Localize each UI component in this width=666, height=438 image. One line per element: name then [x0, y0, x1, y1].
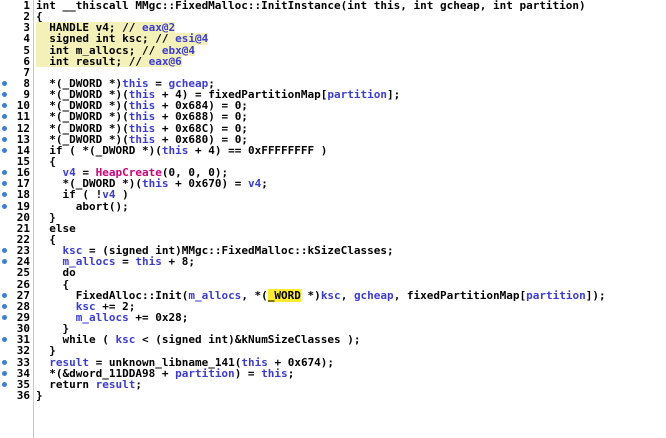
variable-token: this — [261, 366, 288, 380]
code-line[interactable]: 1 int __thiscall MMgc::FixedMalloc::InitI… — [0, 0, 666, 11]
code-text: *) — [300, 288, 321, 302]
code-line[interactable]: 29 m_allocs += 0x28; — [0, 312, 666, 323]
variable-token: partition — [526, 288, 586, 302]
line-content[interactable]: if ( !v4 ) — [36, 189, 666, 200]
code-text: < (signed int)&kNumSizeClasses ); — [135, 333, 361, 347]
variable-token: eax@6 — [148, 54, 182, 68]
breakpoint-dot-icon[interactable] — [2, 359, 7, 365]
breakpoint-dot-icon[interactable] — [2, 147, 7, 153]
code-text: = — [115, 255, 136, 269]
code-line[interactable]: 25 do — [0, 267, 666, 278]
variable-token: partition — [175, 366, 235, 380]
variable-token: this — [135, 255, 162, 269]
variable-token: v4 — [247, 177, 262, 191]
line-content[interactable]: int result; // eax@6 — [36, 56, 182, 67]
variable-token: result — [95, 377, 136, 391]
code-line[interactable]: 21 else — [0, 223, 666, 234]
code-area[interactable]: 1 int __thiscall MMgc::FixedMalloc::InitI… — [0, 0, 666, 401]
variable-token: ksc — [115, 333, 136, 347]
line-number: 26 — [16, 277, 30, 291]
pseudocode-view[interactable]: 1 int __thiscall MMgc::FixedMalloc::InitI… — [0, 0, 666, 438]
line-number: 4 — [23, 32, 30, 46]
code-text: } — [36, 388, 43, 402]
code-text: ; — [135, 377, 142, 391]
line-content[interactable]: m_allocs = this + 8; — [36, 256, 666, 267]
identifier-token: MMgc::FixedMalloc::kSizeClasses — [181, 244, 388, 258]
line-content[interactable]: if ( *(_DWORD *)(this + 4) == 0xFFFFFFFF… — [36, 145, 666, 156]
code-line[interactable]: 24 m_allocs = this + 8; — [0, 256, 666, 267]
code-text: , — [340, 288, 354, 302]
code-text: + 0x670) = — [168, 177, 248, 191]
code-line[interactable]: 6 int result; // eax@6 — [0, 56, 666, 67]
line-content[interactable]: } — [36, 390, 666, 401]
line-content[interactable]: while ( ksc < (signed int)&kNumSizeClass… — [36, 334, 666, 345]
code-text: ; — [261, 177, 268, 191]
code-line[interactable]: 19 abort(); — [0, 200, 666, 212]
breakpoint-dot-icon[interactable] — [2, 303, 7, 309]
line-number: 36 — [16, 388, 30, 402]
code-text: ]); — [585, 288, 606, 302]
variable-token: gcheap — [353, 288, 394, 302]
line-content[interactable]: m_allocs += 0x28; — [36, 312, 666, 323]
code-text: , fixedPartitionMap[ — [393, 288, 527, 302]
variable-token: partition — [327, 88, 388, 102]
breakpoint-dot-icon[interactable] — [2, 125, 7, 131]
breakpoint-dot-icon[interactable] — [2, 203, 7, 209]
code-text: + 4) == 0xFFFFFFFF ) — [188, 143, 328, 157]
code-text: ; — [387, 244, 394, 258]
code-text: int result; // — [36, 54, 149, 68]
highlighted-token: _WORD — [267, 288, 301, 302]
breakpoint-dot-icon[interactable] — [2, 136, 7, 142]
code-text: ; — [287, 366, 295, 380]
breakpoint-dot-icon[interactable] — [2, 370, 7, 376]
line-content[interactable]: return result; — [36, 379, 666, 390]
breakpoint-dot-icon[interactable] — [2, 381, 7, 387]
line-content[interactable]: *(_DWORD *)(this + 0x670) = v4; — [36, 178, 666, 189]
variable-token: this — [161, 143, 189, 157]
code-line[interactable]: 35 return result; — [0, 379, 666, 390]
breakpoint-dot-icon[interactable] — [2, 314, 7, 320]
code-text: , *( — [241, 288, 268, 302]
code-text: + 8; — [161, 255, 195, 269]
code-text: return — [36, 377, 96, 391]
code-text: ]; — [387, 88, 401, 102]
variable-token: m_allocs — [188, 288, 242, 302]
variable-token: ksc — [320, 288, 341, 302]
line-content[interactable]: } — [36, 212, 666, 223]
line-content[interactable]: int __thiscall MMgc::FixedMalloc::InitIn… — [36, 0, 666, 11]
code-line[interactable]: 31 while ( ksc < (signed int)&kNumSizeCl… — [0, 334, 666, 345]
code-text: += 0x28; — [128, 310, 189, 324]
code-line[interactable]: 14 if ( *(_DWORD *)(this + 4) == 0xFFFFF… — [0, 145, 666, 156]
breakpoint-dot-icon[interactable] — [2, 292, 7, 298]
variable-token: m_allocs — [75, 310, 129, 324]
line-number: 32 — [16, 344, 30, 358]
code-line[interactable]: 36} — [0, 390, 666, 401]
breakpoint-dot-icon[interactable] — [2, 80, 7, 86]
variable-token: this — [141, 177, 169, 191]
line-content[interactable]: do — [36, 267, 666, 278]
code-line[interactable]: 20 } — [0, 212, 666, 223]
line-number: 25 — [16, 266, 30, 280]
code-text: ) = — [234, 366, 262, 380]
line-content[interactable]: else — [36, 223, 666, 234]
line-content[interactable]: abort(); — [36, 200, 666, 212]
